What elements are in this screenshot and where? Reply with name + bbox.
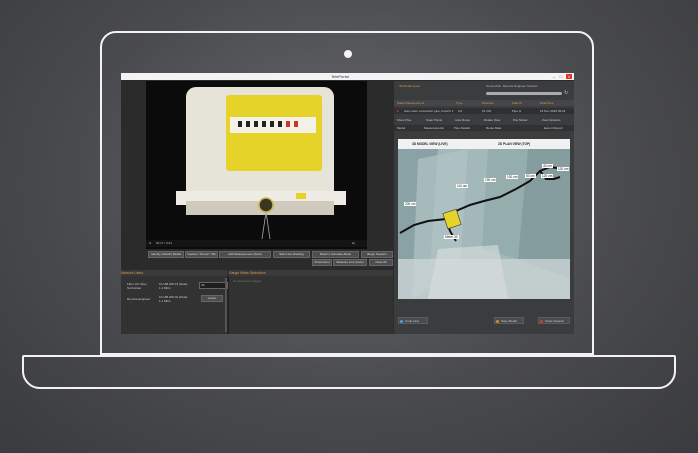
tab-route-data[interactable]: Route Data <box>486 125 501 131</box>
pipe-label-200: 200 cm <box>404 202 417 206</box>
detections-placeholder: No detections logged <box>233 279 262 283</box>
close-session-button[interactable]: Close Session <box>538 317 570 324</box>
tool-zoom-extents[interactable]: Zoom Extents <box>542 117 561 123</box>
detect-meter-button[interactable]: Detect / Annotate Meter <box>312 251 359 258</box>
tool-show-pipe[interactable]: Show Pipe <box>397 117 411 123</box>
begin-session-button[interactable]: Begin Session <box>361 251 393 258</box>
app-screen: TelePortal – □ × ► 00:17 / 0:34 ◄) Ident… <box>121 73 574 334</box>
tool-rotate-view[interactable]: Rotate View <box>484 117 500 123</box>
tab-2d-view[interactable]: 2D PLAN VIEW (TOP) <box>498 139 530 149</box>
window-title: TelePortal <box>331 74 349 79</box>
close-icon[interactable]: × <box>566 74 572 79</box>
lower-panel: Network Users Gauge Meter Detections Fit… <box>121 270 393 334</box>
meter-label: Meter 33 <box>444 235 459 239</box>
connection-progress <box>486 92 562 95</box>
tab-pipe-details[interactable]: Pipe Details <box>454 125 470 131</box>
user-speed-1: 1.1 Mb/s <box>159 286 171 290</box>
detections-heading: Gauge Meter Detections <box>229 270 393 276</box>
table-row[interactable]: ■ Gas meter connection pipe, branch 1 G4… <box>394 108 574 114</box>
pipe-label-120b: 120 cm <box>557 167 570 171</box>
header-measurement: Measurement <box>406 101 425 105</box>
pipe-label-100: 100 cm <box>506 175 519 179</box>
leave-button[interactable]: Leave <box>201 295 223 302</box>
start-line-drawing-button[interactable]: Start Line Drawing <box>273 251 310 258</box>
bottom-toolbar: Undo Last Save Model Close Session <box>394 317 574 327</box>
video-time: 00:17 / 0:34 <box>156 241 172 245</box>
row-distance: #1 201 <box>482 109 492 113</box>
minimize-icon[interactable]: – <box>551 74 557 79</box>
row-start: Pipe G <box>512 109 522 113</box>
tab-model[interactable]: Model <box>397 125 405 131</box>
header-datetime: Date/Time <box>540 101 554 105</box>
webcam <box>344 50 352 58</box>
video-feed[interactable] <box>146 81 367 249</box>
identify-media-button[interactable]: Identify (Attach) Media <box>148 251 184 258</box>
user-name-2: Remote Engineer <box>127 297 151 301</box>
tab-connection[interactable]: Connection: Remote Engineer Session <box>486 83 538 89</box>
play-icon[interactable]: ► <box>149 240 152 247</box>
undo-button[interactable]: Undo Last <box>398 317 428 324</box>
network-scrollbar[interactable] <box>225 278 227 332</box>
tab-measurements[interactable]: Measurements <box>424 125 444 131</box>
export-report-button[interactable]: Export Report <box>544 125 563 131</box>
tool-pan-model[interactable]: Pan Model <box>513 117 527 123</box>
tool-snap-points[interactable]: Snap Points <box>426 117 442 123</box>
video-controls: ► 00:17 / 0:34 ◄) <box>146 240 367 247</box>
user-role-1: Technician <box>127 286 142 290</box>
row-measurement: Gas meter connection pipe, branch 1 <box>404 109 454 113</box>
pipe-label-190: 190 cm <box>484 178 497 182</box>
view-tabs: 3D MODEL VIEW (LIVE) 2D PLAN VIEW (TOP) <box>398 139 570 149</box>
window-titlebar: TelePortal – □ × <box>121 73 574 80</box>
tool-auto-route[interactable]: Auto Route <box>455 117 470 123</box>
screenshot-button[interactable]: Screenshot <box>312 259 332 266</box>
row-datetime: 15 Nov 2018 09:33 <box>540 109 566 113</box>
header-type: Type <box>456 101 463 105</box>
save-model-button[interactable]: Save Model <box>494 317 524 324</box>
meter-image <box>146 81 367 249</box>
maximize-icon[interactable]: □ <box>558 74 564 79</box>
network-users-heading: Network Users <box>121 270 227 276</box>
clear-all-button[interactable]: Clear All <box>369 259 393 266</box>
laptop-base <box>22 355 676 389</box>
row-type: G4 <box>458 109 463 113</box>
header-start: Start Pt <box>512 101 523 105</box>
pipe-label-120a: 120 cm <box>541 174 554 178</box>
pipe-model-canvas <box>398 149 570 299</box>
capture-screen-button[interactable]: Capture "Screen" Tab <box>185 251 218 258</box>
header-status: Status <box>397 101 406 105</box>
right-panel: 3D Model (Live) Connection: Remote Engin… <box>394 81 574 334</box>
pipe-label-50: 50 cm <box>525 174 536 178</box>
3d-model-view[interactable]: 3D MODEL VIEW (LIVE) 2D PLAN VIEW (TOP) … <box>398 139 570 299</box>
row-check-icon[interactable]: ■ <box>397 108 399 114</box>
add-measurement-button[interactable]: Add Measurement (Auto) <box>219 251 271 258</box>
refresh-icon[interactable]: ↻ <box>564 90 571 97</box>
measure-line-button[interactable]: Measure Line (Auto) <box>333 259 367 266</box>
header-distance: Distance <box>482 101 494 105</box>
pipe-label-40: 40 cm <box>542 164 553 168</box>
tab-3d-model[interactable]: 3D Model (Live) <box>399 83 420 89</box>
volume-icon[interactable]: ◄) <box>351 240 355 247</box>
pipe-label-110: 110 cm <box>456 184 469 188</box>
user-speed-2: 1.1 Mb/s <box>159 299 171 303</box>
tab-3d-view[interactable]: 3D MODEL VIEW (LIVE) <box>412 139 448 149</box>
user-status-1[interactable]: Ok <box>199 282 228 289</box>
